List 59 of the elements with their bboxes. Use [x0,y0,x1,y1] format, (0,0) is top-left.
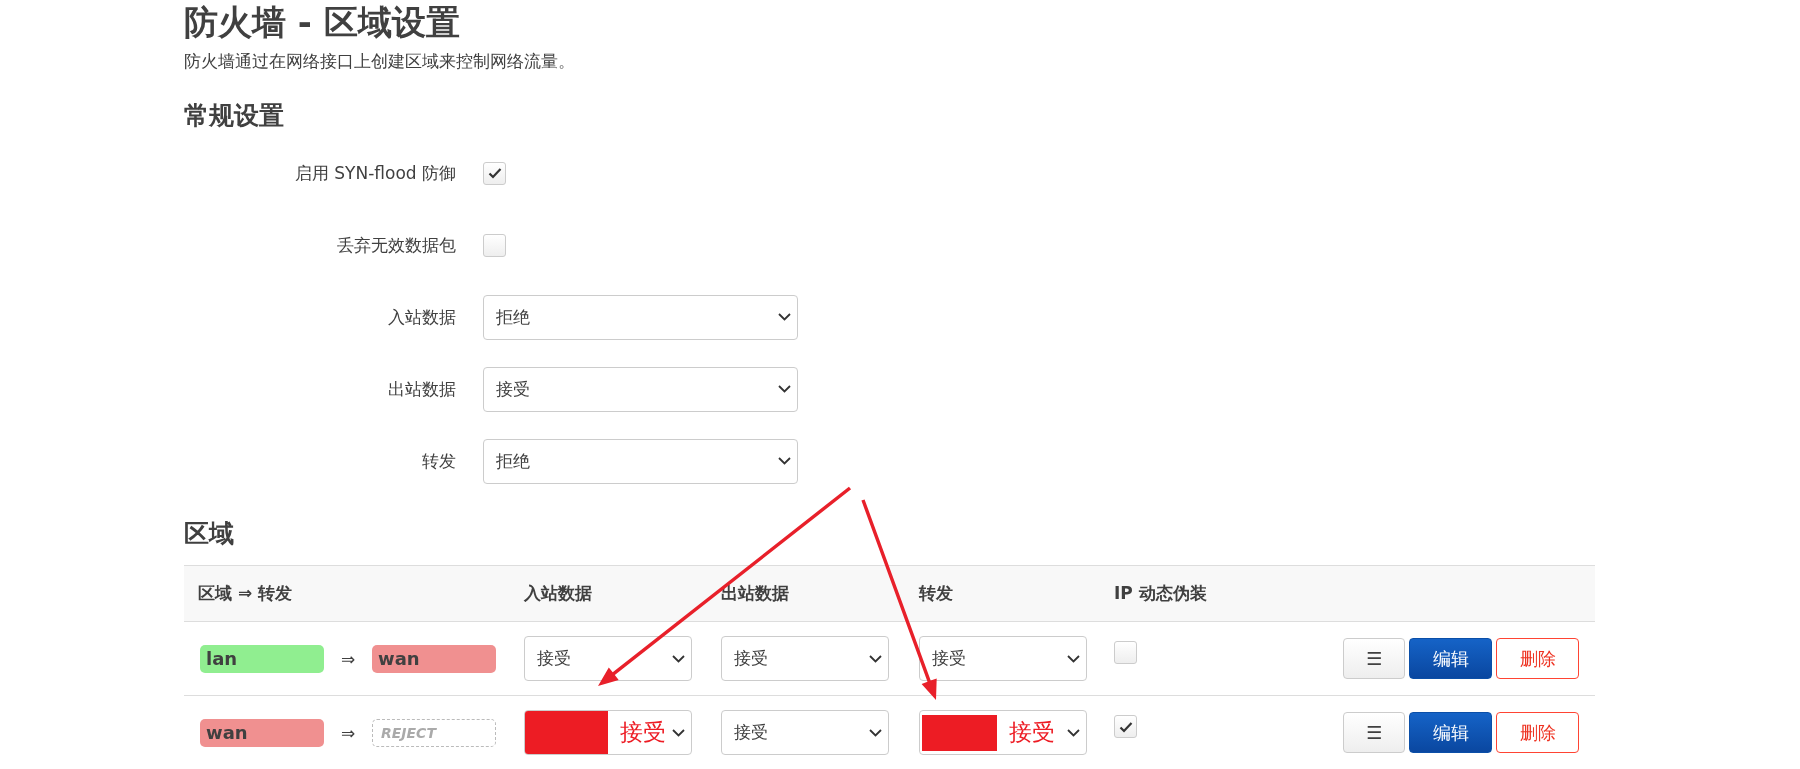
chevron-down-icon [672,728,685,737]
menu-button[interactable]: ☰ [1343,712,1405,753]
select-field[interactable]: 拒绝 [483,438,798,484]
checkbox[interactable] [1114,641,1137,664]
annotation-text: 接受 [1009,718,1055,747]
chevron-down-icon [778,313,791,321]
select-field[interactable]: 接受 [721,636,889,681]
field-label: 出站数据 [387,377,456,401]
checkbox[interactable] [483,161,506,185]
edit-button[interactable]: 编辑 [1409,638,1492,679]
section-heading: 区域 [184,518,235,550]
zone-badge: lan [200,644,324,673]
chevron-down-icon [778,385,791,393]
section-heading: 常规设置 [184,100,285,132]
chevron-down-icon [869,728,882,737]
edit-button[interactable]: 编辑 [1409,712,1492,753]
field-label: 启用 SYN-flood 防御 [293,161,456,185]
zone-badge: wan [200,718,324,747]
select-field[interactable]: 接受 [919,636,1087,681]
select-field[interactable]: 接受 [483,366,798,412]
select-field[interactable]: 接受 [721,710,889,755]
zone-badge: wan [372,644,496,673]
annotation-text: 接受 [620,718,666,747]
menu-button[interactable]: ☰ [1343,638,1405,679]
field-label: 入站数据 [387,305,456,329]
field-label: 转发 [421,449,456,473]
chevron-down-icon [672,654,685,663]
checkmark-icon [487,167,502,179]
chevron-down-icon [1067,728,1080,737]
policy-badge: REJECT [372,718,496,747]
column-header: 区域 ⇒ 转发 [197,582,294,605]
page-description: 防火墙通过在网络接口上创建区域来控制网络流量。 [184,50,576,72]
forward-arrow: ⇒ [339,648,357,669]
select-field[interactable]: 接受 [524,636,692,681]
chevron-down-icon [1067,654,1080,663]
column-header: IP 动态伪装 [1113,582,1208,605]
checkmark-icon [1118,720,1133,733]
delete-button[interactable]: 删除 [1496,638,1579,679]
select-field[interactable]: 接受 [524,710,692,755]
column-header: 出站数据 [720,582,790,605]
select-value: 拒绝 [496,449,530,473]
select-value: 接受 [496,377,530,401]
chevron-down-icon [869,654,882,663]
column-header: 转发 [917,582,954,605]
select-value: 拒绝 [496,305,530,329]
column-header: 入站数据 [523,582,593,605]
select-value: 接受 [734,647,768,670]
checkbox[interactable] [483,233,506,257]
select-field[interactable]: 接受 [919,710,1087,755]
page-title: 防火墙 - 区域设置 [184,1,461,42]
forward-arrow: ⇒ [339,722,357,743]
delete-button[interactable]: 删除 [1496,712,1579,753]
field-label: 丢弃无效数据包 [336,233,456,257]
select-value: 接受 [734,721,768,744]
checkbox[interactable] [1114,715,1137,738]
select-value: 接受 [932,647,966,670]
select-field[interactable]: 拒绝 [483,294,798,340]
select-value: 接受 [537,647,571,670]
chevron-down-icon [778,457,791,465]
